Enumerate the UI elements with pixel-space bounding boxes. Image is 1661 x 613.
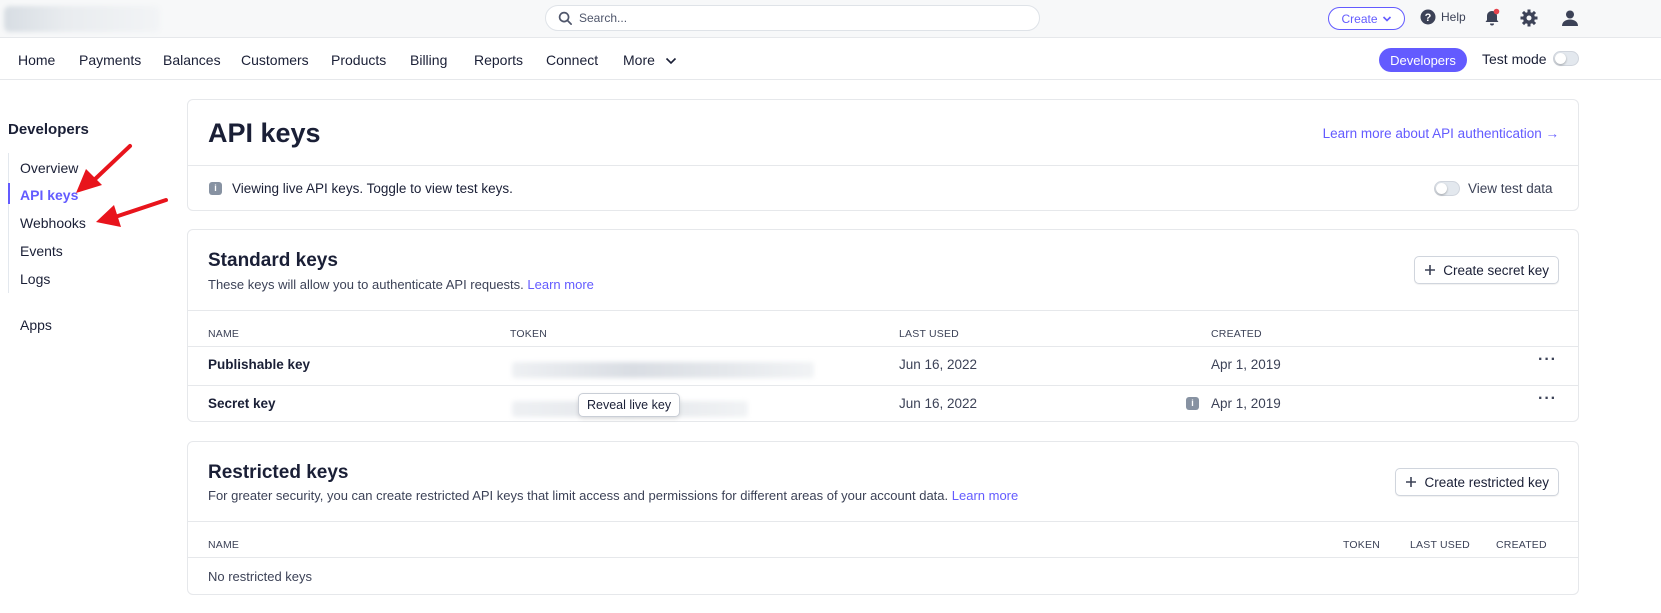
annotation-arrow-api-keys <box>76 144 132 193</box>
info-icon: i <box>209 182 222 195</box>
top-bar: Create ? Help <box>0 0 1661 38</box>
create-secret-key-button[interactable]: Create secret key <box>1414 256 1559 284</box>
help-icon: ? <box>1420 9 1436 25</box>
key-name: Secret key <box>208 396 276 411</box>
sidebar-item-logs[interactable]: Logs <box>20 271 50 287</box>
more-options-icon[interactable]: ··· <box>1538 351 1557 369</box>
sidebar-item-overview[interactable]: Overview <box>20 160 78 176</box>
sidebar-item-events[interactable]: Events <box>20 243 63 259</box>
restricted-keys-card: Restricted keys For greater security, yo… <box>187 441 1579 595</box>
bell-icon[interactable] <box>1482 8 1502 28</box>
more-options-icon[interactable]: ··· <box>1538 390 1557 408</box>
nav-payments[interactable]: Payments <box>79 52 141 68</box>
reveal-live-key-button[interactable]: Reveal live key <box>578 393 681 417</box>
search-box[interactable] <box>545 5 1040 31</box>
help-button[interactable]: ? Help <box>1420 9 1466 25</box>
sidebar-active-indicator <box>8 183 10 204</box>
live-keys-notice: Viewing live API keys. Toggle to view te… <box>232 181 513 196</box>
help-label: Help <box>1441 10 1466 24</box>
nav-billing[interactable]: Billing <box>410 52 447 68</box>
nav-connect[interactable]: Connect <box>546 52 598 68</box>
plus-icon <box>1406 477 1417 487</box>
nav-more[interactable]: More <box>623 52 677 68</box>
create-button[interactable]: Create <box>1328 7 1405 30</box>
chevron-down-icon <box>1382 15 1391 22</box>
empty-state-text: No restricted keys <box>208 569 313 584</box>
api-keys-card: API keys Learn more about API authentica… <box>187 99 1579 211</box>
create-secret-key-label: Create secret key <box>1443 262 1549 278</box>
column-header-created: CREATED <box>1496 539 1547 551</box>
sidebar-title: Developers <box>8 121 89 138</box>
divider <box>188 165 1578 166</box>
gear-icon[interactable] <box>1519 8 1539 28</box>
column-header-last-used: LAST USED <box>1410 539 1470 551</box>
chevron-down-icon <box>665 58 676 65</box>
created-date: Apr 1, 2019 <box>1211 396 1281 411</box>
column-header-name: NAME <box>208 328 240 340</box>
standard-keys-title: Standard keys <box>208 250 338 271</box>
page-title: API keys <box>208 118 321 148</box>
annotation-arrow-webhooks <box>96 198 168 227</box>
nav-home[interactable]: Home <box>18 52 55 68</box>
search-icon <box>558 11 572 25</box>
created-date: Apr 1, 2019 <box>1211 357 1281 372</box>
divider <box>188 385 1578 386</box>
create-restricted-key-label: Create restricted key <box>1424 474 1549 490</box>
restricted-keys-description-text: For greater security, you can create res… <box>208 488 949 503</box>
learn-more-auth-link[interactable]: Learn more about API authentication → <box>1323 126 1559 141</box>
divider <box>188 521 1578 522</box>
sidebar-item-apps[interactable]: Apps <box>20 317 52 333</box>
nav-more-label: More <box>623 52 655 68</box>
column-header-name: NAME <box>208 539 240 551</box>
sidebar-item-api-keys[interactable]: API keys <box>20 187 78 203</box>
column-header-last-used: LAST USED <box>899 328 959 340</box>
nav-balances[interactable]: Balances <box>163 52 221 68</box>
standard-keys-description: These keys will allow you to authenticat… <box>208 277 594 292</box>
account-logo[interactable] <box>4 6 160 32</box>
plus-icon <box>1425 265 1436 275</box>
sidebar-item-webhooks[interactable]: Webhooks <box>20 215 86 231</box>
nav-customers[interactable]: Customers <box>241 52 309 68</box>
info-icon[interactable]: i <box>1186 397 1199 410</box>
restricted-keys-title: Restricted keys <box>208 462 349 483</box>
developers-button[interactable]: Developers <box>1379 48 1467 72</box>
last-used: Jun 16, 2022 <box>899 357 978 372</box>
sidebar-divider <box>8 153 9 293</box>
column-header-created: CREATED <box>1211 328 1262 340</box>
nav-reports[interactable]: Reports <box>474 52 523 68</box>
divider <box>188 346 1578 347</box>
last-used: Jun 16, 2022 <box>899 396 978 411</box>
divider <box>188 557 1578 558</box>
standard-keys-card: Standard keys These keys will allow you … <box>187 229 1579 422</box>
svg-text:?: ? <box>1425 12 1432 24</box>
standard-keys-learn-more-link[interactable]: Learn more <box>527 277 593 292</box>
search-input[interactable] <box>579 9 1019 27</box>
nav-products[interactable]: Products <box>331 52 386 68</box>
main-nav: Home Payments Balances Customers Product… <box>0 38 1661 80</box>
restricted-keys-description: For greater security, you can create res… <box>208 488 1018 503</box>
column-header-token: TOKEN <box>1343 539 1380 551</box>
create-restricted-key-button[interactable]: Create restricted key <box>1395 468 1559 496</box>
user-icon[interactable] <box>1560 8 1580 28</box>
standard-keys-description-text: These keys will allow you to authenticat… <box>208 277 524 292</box>
test-mode-toggle[interactable] <box>1553 51 1579 66</box>
view-test-data-label: View test data <box>1468 181 1553 196</box>
column-header-token: TOKEN <box>510 328 547 340</box>
divider <box>188 310 1578 311</box>
publishable-token-redacted[interactable] <box>512 362 814 378</box>
create-label: Create <box>1341 11 1378 26</box>
test-mode-label: Test mode <box>1482 51 1547 67</box>
key-name: Publishable key <box>208 357 311 372</box>
restricted-keys-learn-more-link[interactable]: Learn more <box>952 488 1018 503</box>
view-test-data-toggle[interactable] <box>1434 181 1460 196</box>
